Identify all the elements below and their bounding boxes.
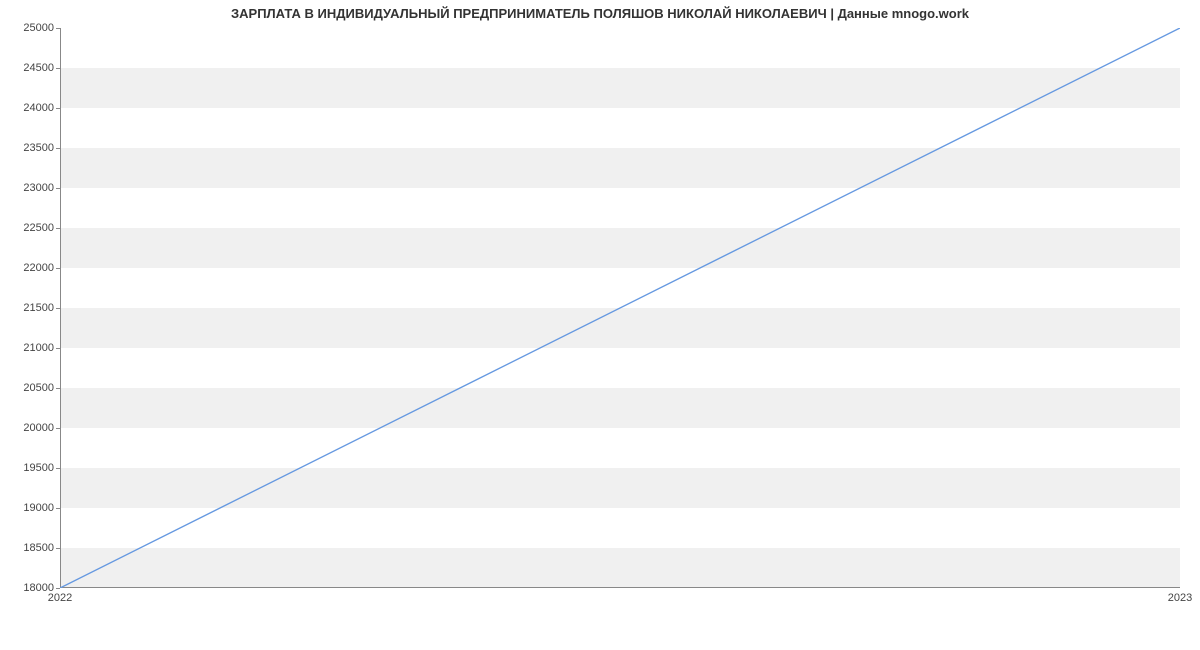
y-tick-label: 20500 [4,382,54,394]
y-tick-mark [56,348,60,349]
line-svg [60,28,1180,588]
y-tick-mark [56,268,60,269]
y-tick-label: 19000 [4,502,54,514]
y-tick-mark [56,228,60,229]
y-tick-mark [56,508,60,509]
y-tick-mark [56,188,60,189]
y-tick-label: 23000 [4,182,54,194]
y-tick-mark [56,468,60,469]
y-tick-label: 22500 [4,222,54,234]
y-tick-label: 22000 [4,262,54,274]
y-tick-label: 20000 [4,422,54,434]
y-tick-label: 18500 [4,542,54,554]
y-tick-mark [56,28,60,29]
y-tick-label: 21500 [4,302,54,314]
data-line [60,28,1180,588]
y-tick-mark [56,68,60,69]
y-tick-mark [56,588,60,589]
x-tick-label: 2022 [48,592,72,604]
y-tick-mark [56,308,60,309]
chart-container: ЗАРПЛАТА В ИНДИВИДУАЛЬНЫЙ ПРЕДПРИНИМАТЕЛ… [0,0,1200,650]
y-tick-label: 24000 [4,102,54,114]
plot-area [60,28,1180,588]
y-tick-mark [56,388,60,389]
y-tick-label: 21000 [4,342,54,354]
y-tick-mark [56,108,60,109]
y-tick-label: 24500 [4,62,54,74]
x-tick-label: 2023 [1168,592,1192,604]
y-tick-label: 18000 [4,582,54,594]
y-tick-mark [56,428,60,429]
chart-title: ЗАРПЛАТА В ИНДИВИДУАЛЬНЫЙ ПРЕДПРИНИМАТЕЛ… [0,6,1200,21]
y-tick-label: 19500 [4,462,54,474]
y-tick-mark [56,148,60,149]
y-tick-label: 23500 [4,142,54,154]
y-tick-mark [56,548,60,549]
y-tick-label: 25000 [4,22,54,34]
